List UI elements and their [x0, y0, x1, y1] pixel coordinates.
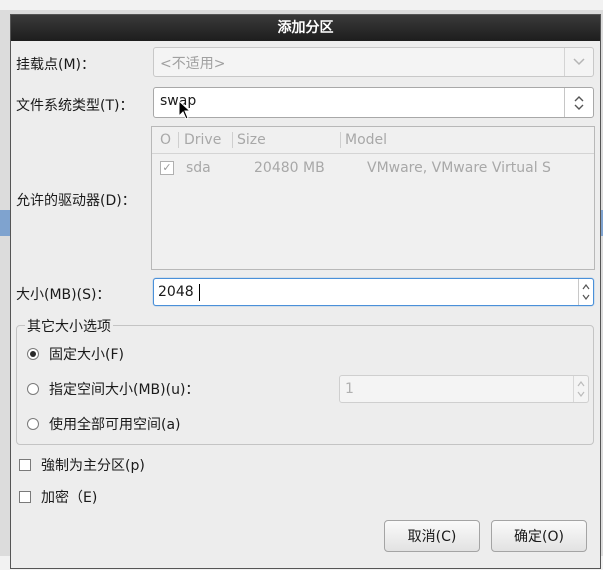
- background-window-top: [0, 0, 603, 10]
- spin-arrows-icon[interactable]: [578, 279, 593, 305]
- encrypt-label[interactable]: 加密（E): [41, 487, 97, 507]
- col-drive-header[interactable]: Drive: [184, 132, 221, 148]
- mouse-pointer-icon: [178, 100, 192, 120]
- fs-type-label: 文件系统类型(T)：: [16, 98, 134, 114]
- col-model-header[interactable]: Model: [345, 132, 387, 148]
- drives-list[interactable]: O Drive Size Model ✓ sda 20480 MB VMware…: [151, 126, 595, 270]
- radio-fill-all[interactable]: [27, 418, 39, 430]
- radio-fixed-size[interactable]: [27, 348, 39, 360]
- drive-name: sda: [186, 160, 211, 176]
- drive-size: 20480 MB: [254, 160, 325, 176]
- fill-to-size-input[interactable]: 1: [339, 375, 589, 403]
- radio-fill-all-label[interactable]: 使用全部可用空间(a): [49, 414, 181, 434]
- text-caret: [199, 284, 200, 301]
- encrypt-checkbox[interactable]: [19, 491, 31, 503]
- size-value: 2048: [158, 284, 194, 300]
- ok-button[interactable]: 确定(O): [491, 520, 587, 552]
- force-primary-label[interactable]: 強制为主分区(p): [41, 455, 145, 475]
- table-row[interactable]: ✓ sda 20480 MB VMware, VMware Virtual S: [152, 155, 594, 181]
- col-size-header[interactable]: Size: [237, 132, 266, 148]
- size-label: 大小(MB)(S)：: [16, 287, 111, 303]
- mount-point-label: 挂载点(M)：: [16, 57, 96, 73]
- other-size-options-group: 其它大小选项 固定大小(F) 指定空间大小(MB)(u)： 1 使用全部可用空间…: [16, 316, 594, 445]
- dialog-title: 添加分区: [11, 15, 600, 41]
- updown-icon: [564, 88, 593, 117]
- mount-point-value: <不适用>: [160, 56, 226, 72]
- fs-type-combo[interactable]: swap: [153, 87, 594, 118]
- spin-arrows-icon[interactable]: [573, 376, 588, 402]
- size-input[interactable]: 2048: [153, 278, 594, 306]
- force-primary-checkbox[interactable]: [19, 459, 31, 471]
- col-check-header[interactable]: O: [160, 132, 171, 148]
- mount-point-combo[interactable]: <不适用>: [153, 47, 594, 77]
- fill-to-size-value: 1: [345, 381, 354, 397]
- checkmark-icon[interactable]: ✓: [160, 161, 174, 175]
- drive-model: VMware, VMware Virtual S: [367, 160, 551, 176]
- drives-label: 允许的驱动器(D)：: [16, 193, 136, 209]
- cancel-button[interactable]: 取消(C): [384, 520, 480, 552]
- radio-fill-to-size[interactable]: [27, 383, 39, 395]
- add-partition-dialog: 添加分区 挂载点(M)： <不适用> 文件系统类型(T)： swap 允许的驱动…: [10, 14, 601, 569]
- drives-header: O Drive Size Model: [152, 127, 594, 154]
- radio-fill-to-size-label[interactable]: 指定空间大小(MB)(u)：: [49, 379, 199, 399]
- other-size-options-title: 其它大小选项: [25, 316, 113, 336]
- chevron-down-icon: [564, 48, 593, 76]
- radio-fixed-size-label[interactable]: 固定大小(F): [49, 344, 124, 364]
